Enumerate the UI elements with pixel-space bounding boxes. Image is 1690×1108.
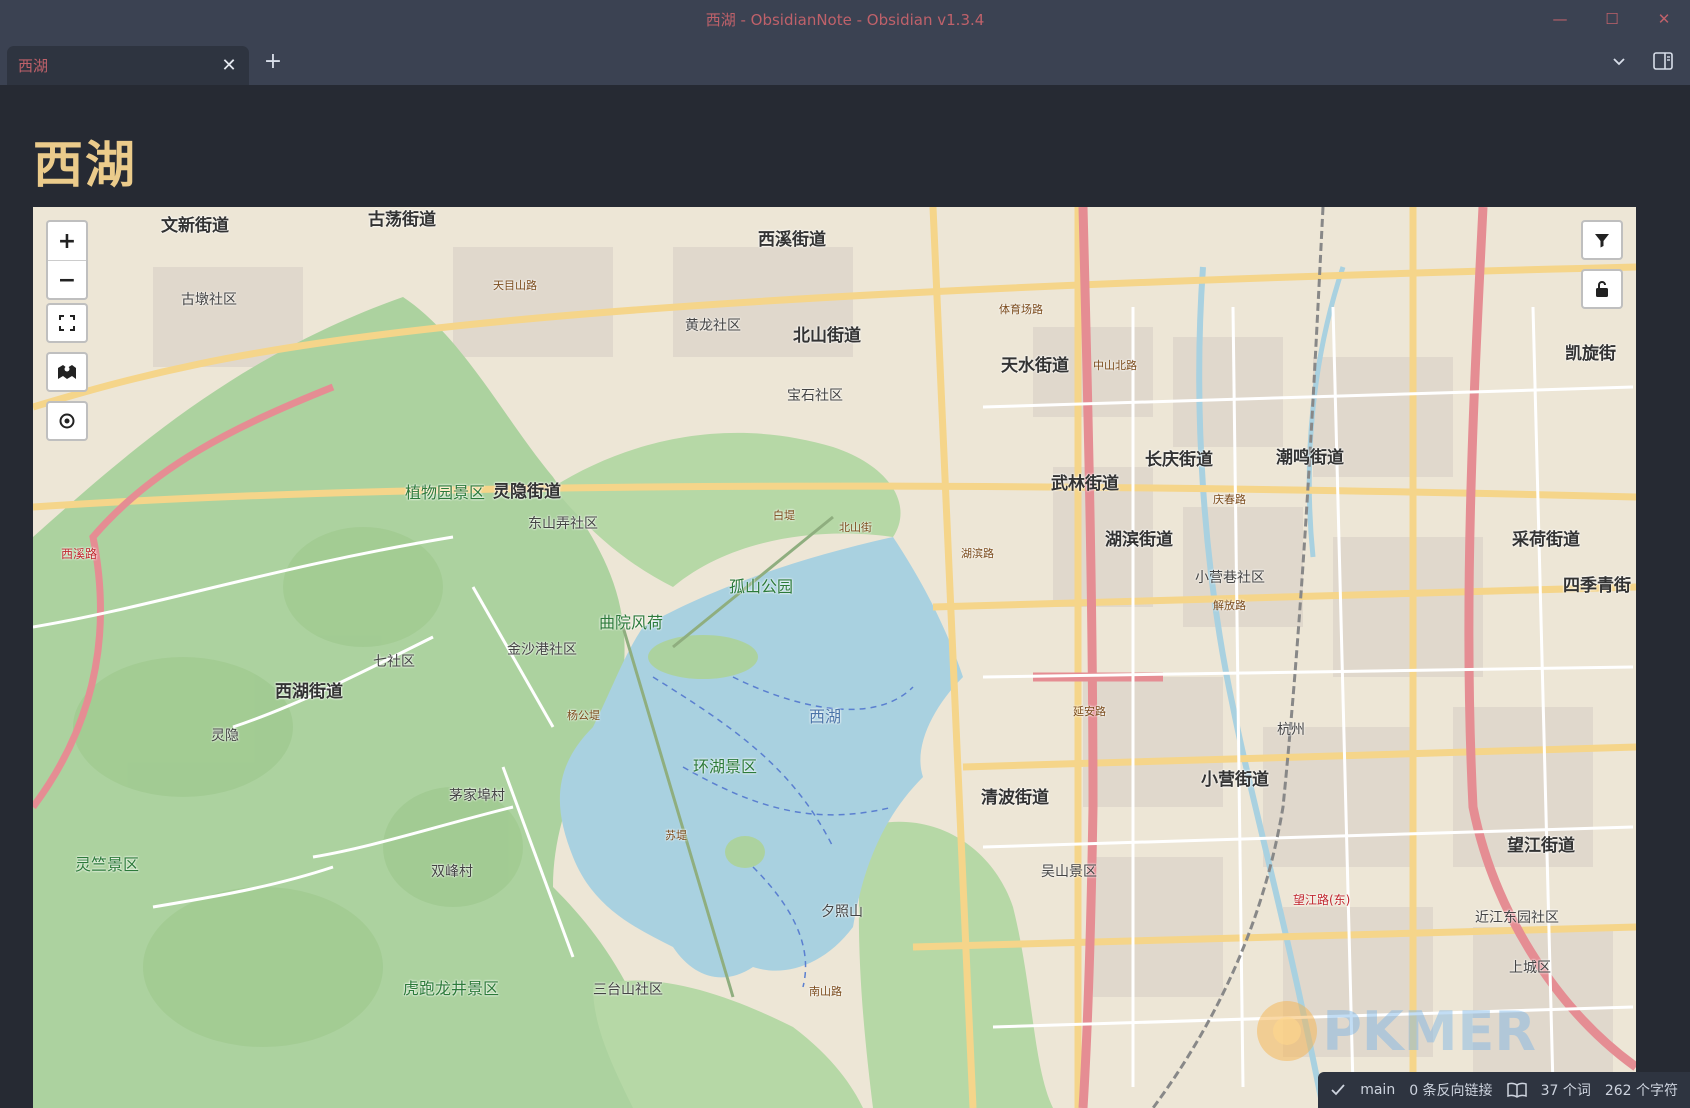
map-label: 上城区	[1509, 960, 1551, 976]
map-label: 南山路	[809, 985, 842, 998]
map-label: 北山街	[839, 521, 872, 534]
map-label: 西湖	[809, 707, 842, 726]
map-label: 湖滨路	[961, 547, 994, 560]
lock-button[interactable]	[1581, 269, 1623, 309]
map-label: 小营街道	[1201, 770, 1269, 790]
map-label: 古荡街道	[368, 210, 436, 230]
map-label: 古墩社区	[181, 292, 237, 308]
tab-close-button[interactable]: ✕	[214, 51, 244, 81]
sync-status[interactable]	[1330, 1083, 1346, 1097]
close-window-button[interactable]: ✕	[1638, 0, 1690, 38]
filter-icon	[1595, 234, 1609, 248]
sidebar-right-icon	[1653, 52, 1673, 70]
map-label: 天目山路	[493, 279, 537, 292]
map-label: 孤山公园	[729, 577, 794, 596]
zoom-control: + −	[46, 220, 88, 300]
map-label: 环湖景区	[693, 757, 758, 776]
tab-label: 西湖	[18, 57, 49, 75]
git-branch[interactable]: main	[1360, 1082, 1395, 1098]
map-label: 体育场路	[999, 303, 1043, 316]
pkmer-watermark: PKMER	[1252, 996, 1536, 1066]
watermark-text: PKMER	[1322, 999, 1536, 1063]
map-label: 文新街道	[161, 216, 229, 236]
map-label: 天水街道	[1001, 356, 1069, 376]
map-label: 望江街道	[1507, 836, 1575, 856]
map-label: 解放路	[1213, 599, 1246, 612]
map-label: 杨公堤	[567, 709, 600, 722]
map-view[interactable]: 西溪街道 文新街道 古荡街道 北山街道 天水街道 武林街道 长庆街道 潮鸣街道 …	[33, 207, 1636, 1108]
backlinks-count[interactable]: 0 条反向链接	[1409, 1080, 1492, 1100]
map-label: 三台山社区	[593, 982, 663, 998]
map-label: 灵隐街道	[493, 482, 561, 502]
map-label: 北山街道	[793, 326, 861, 346]
note-title: 西湖	[33, 135, 137, 194]
map-label: 西溪街道	[758, 230, 826, 250]
map-label: 灵隐	[211, 728, 239, 744]
fullscreen-icon	[59, 315, 75, 331]
map-label: 小营巷社区	[1195, 570, 1265, 586]
locate-button[interactable]	[46, 401, 88, 441]
map-label: 双峰村	[431, 864, 473, 880]
map-label: 金沙港社区	[507, 642, 577, 658]
map-label: 采荷街道	[1512, 530, 1580, 550]
zoom-out-button[interactable]: −	[48, 260, 86, 298]
fullscreen-button[interactable]	[46, 303, 88, 343]
map-label: 白堤	[773, 509, 795, 522]
map-label: 湖滨街道	[1105, 530, 1173, 550]
map-label: 延安路	[1073, 705, 1106, 718]
word-count: 37 个词	[1540, 1083, 1591, 1099]
map-label: 中山北路	[1093, 359, 1137, 372]
zoom-in-button[interactable]: +	[48, 222, 86, 260]
toggle-right-sidebar-button[interactable]	[1648, 46, 1678, 76]
map-label: 灵竺景区	[75, 855, 140, 874]
map-label: 虎跑龙井景区	[403, 979, 500, 998]
new-tab-button[interactable]: +	[258, 46, 288, 76]
map-label: 茅家埠村	[449, 788, 505, 804]
reading-view-toggle[interactable]	[1506, 1082, 1527, 1098]
map-label: 黄龙社区	[685, 318, 741, 334]
map-label: 苏堤	[665, 829, 687, 842]
check-icon	[1331, 1084, 1345, 1096]
tab-list-dropdown[interactable]	[1604, 46, 1634, 76]
map-label: 武林街道	[1051, 474, 1119, 494]
map-label: 近江东园社区	[1475, 910, 1559, 926]
map-label: 凯旋街	[1565, 344, 1616, 364]
tabbar-actions	[1604, 46, 1678, 76]
tab-bar: 西湖 ✕ +	[0, 38, 1690, 85]
note-view: 西湖 西溪街道 文新街道 古荡街道 北山街道 天水街道 武林街道 长庆街道 潮鸣…	[0, 85, 1690, 1108]
map-label: 植物园景区	[405, 483, 486, 502]
unlock-icon	[1596, 281, 1608, 297]
title-bar: 西湖 - ObsidianNote - Obsidian v1.3.4 — ☐ …	[0, 0, 1690, 38]
map-label: 西溪路	[61, 547, 98, 561]
char-count: 262 个字符	[1604, 1083, 1678, 1099]
tab-xihu[interactable]: 西湖 ✕	[7, 46, 249, 85]
map-label: 庆春路	[1213, 493, 1246, 506]
pkmer-logo-icon	[1257, 1001, 1318, 1061]
window-title: 西湖 - ObsidianNote - Obsidian v1.3.4	[705, 10, 985, 29]
map-label: 宝石社区	[787, 388, 843, 404]
map-label: 吴山景区	[1041, 864, 1097, 880]
map-label: 望江路(东)	[1293, 893, 1351, 907]
map-label: 潮鸣街道	[1276, 448, 1344, 468]
map-icon	[58, 365, 76, 379]
map-label: 杭州	[1277, 722, 1305, 738]
book-open-icon	[1506, 1082, 1527, 1098]
map-label: 清波街道	[981, 788, 1049, 808]
map-label: 长庆街道	[1145, 450, 1213, 470]
map-layers-button[interactable]	[46, 352, 88, 392]
map-label: 东山弄社区	[528, 516, 598, 532]
window-controls: — ☐ ✕	[1534, 0, 1690, 38]
target-icon	[59, 413, 75, 429]
filter-button[interactable]	[1581, 220, 1623, 260]
minimize-button[interactable]: —	[1534, 0, 1586, 38]
chevron-down-icon	[1613, 58, 1625, 66]
maximize-button[interactable]: ☐	[1586, 0, 1638, 38]
map-label: 西湖街道	[275, 682, 343, 702]
map-label: 四季青街	[1563, 576, 1631, 596]
map-label: 曲院风荷	[599, 613, 664, 632]
status-bar: main 0 条反向链接 37 个词 262 个字符	[1318, 1072, 1690, 1108]
map-label: 七社区	[373, 654, 415, 670]
map-label: 夕照山	[821, 904, 863, 920]
